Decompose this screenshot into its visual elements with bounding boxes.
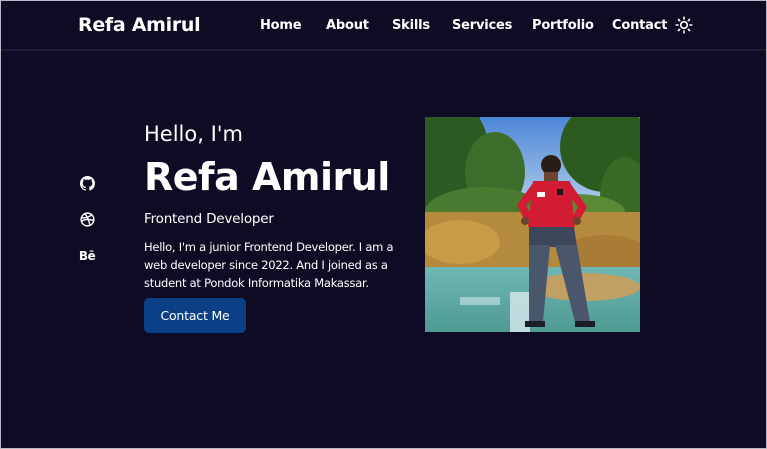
github-icon[interactable] bbox=[78, 174, 96, 192]
nav-skills[interactable]: Skills bbox=[392, 18, 430, 33]
hero-description: Hello, I'm a junior Frontend Developer. … bbox=[144, 240, 394, 290]
sun-icon[interactable] bbox=[675, 16, 693, 34]
nav-contact[interactable]: Contact bbox=[612, 18, 667, 33]
hero-role: Frontend Developer bbox=[144, 211, 274, 227]
nav-about[interactable]: About bbox=[326, 18, 369, 33]
brand-logo[interactable]: Refa Amirul bbox=[78, 14, 201, 36]
behance-icon[interactable]: Bē bbox=[78, 247, 96, 265]
nav-services[interactable]: Services bbox=[452, 18, 512, 33]
hero-name: Refa Amirul bbox=[144, 155, 390, 199]
header: Refa Amirul Home About Skills Services P… bbox=[1, 1, 766, 51]
nav-portfolio[interactable]: Portfolio bbox=[532, 18, 594, 33]
contact-me-button[interactable]: Contact Me bbox=[144, 298, 246, 333]
page: Refa Amirul Home About Skills Services P… bbox=[0, 0, 767, 449]
profile-photo bbox=[425, 117, 640, 332]
greeting: Hello, I'm bbox=[144, 122, 244, 146]
nav-home[interactable]: Home bbox=[260, 18, 302, 33]
dribbble-icon[interactable] bbox=[78, 210, 96, 228]
